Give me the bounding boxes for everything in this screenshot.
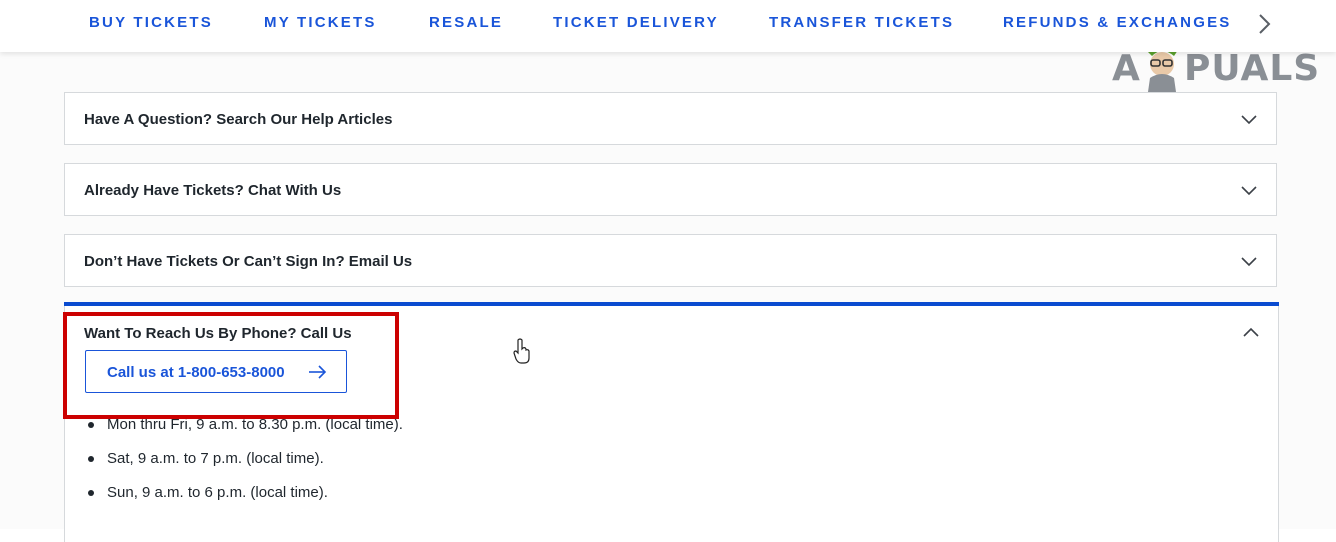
- accordion-panel-email[interactable]: Don’t Have Tickets Or Can’t Sign In? Ema…: [64, 234, 1277, 287]
- nav-refunds-exchanges[interactable]: REFUNDS & EXCHANGES: [1003, 14, 1232, 31]
- nav-my-tickets[interactable]: MY TICKETS: [264, 14, 377, 31]
- accordion-panel-chat[interactable]: Already Have Tickets? Chat With Us: [64, 163, 1277, 216]
- nav-buy-tickets[interactable]: BUY TICKETS: [89, 14, 213, 31]
- chevron-down-icon[interactable]: [1240, 181, 1258, 199]
- call-us-label: Call us at 1-800-653-8000: [107, 364, 285, 381]
- chevron-down-icon[interactable]: [1240, 252, 1258, 270]
- nav-transfer-tickets[interactable]: TRANSFER TICKETS: [769, 14, 954, 31]
- accordion-panel-phone: Want To Reach Us By Phone? Call Us Call …: [64, 302, 1279, 542]
- panel-title: Don’t Have Tickets Or Can’t Sign In? Ema…: [84, 253, 413, 270]
- panel-title: Already Have Tickets? Chat With Us: [84, 182, 342, 199]
- accordion-panel-help-articles[interactable]: Have A Question? Search Our Help Article…: [64, 92, 1277, 145]
- top-navigation: BUY TICKETS MY TICKETS RESALE TICKET DEL…: [0, 0, 1336, 52]
- list-item: Mon thru Fri, 9 a.m. to 8.30 p.m. (local…: [85, 416, 403, 450]
- chevron-down-icon[interactable]: [1240, 110, 1258, 128]
- list-item: Sun, 9 a.m. to 6 p.m. (local time).: [85, 484, 403, 518]
- hand-cursor-icon: [513, 338, 530, 364]
- nav-ticket-delivery[interactable]: TICKET DELIVERY: [553, 14, 719, 31]
- list-item: Sat, 9 a.m. to 7 p.m. (local time).: [85, 450, 403, 484]
- chevron-right-icon[interactable]: [1252, 12, 1276, 36]
- watermark-text-right: PUALS: [1184, 48, 1321, 89]
- appuals-watermark: A PUALS: [1112, 43, 1319, 92]
- active-panel-bar: [64, 302, 1279, 306]
- chevron-up-icon[interactable]: [1242, 324, 1260, 342]
- panel-title: Have A Question? Search Our Help Article…: [84, 111, 393, 128]
- watermark-text-left: A: [1112, 48, 1141, 89]
- phone-hours-list: Mon thru Fri, 9 a.m. to 8.30 p.m. (local…: [85, 416, 403, 518]
- nav-resale[interactable]: RESALE: [429, 14, 503, 31]
- arrow-right-icon: [309, 365, 327, 379]
- call-us-button[interactable]: Call us at 1-800-653-8000: [85, 350, 347, 393]
- panel-title[interactable]: Want To Reach Us By Phone? Call Us: [84, 325, 352, 342]
